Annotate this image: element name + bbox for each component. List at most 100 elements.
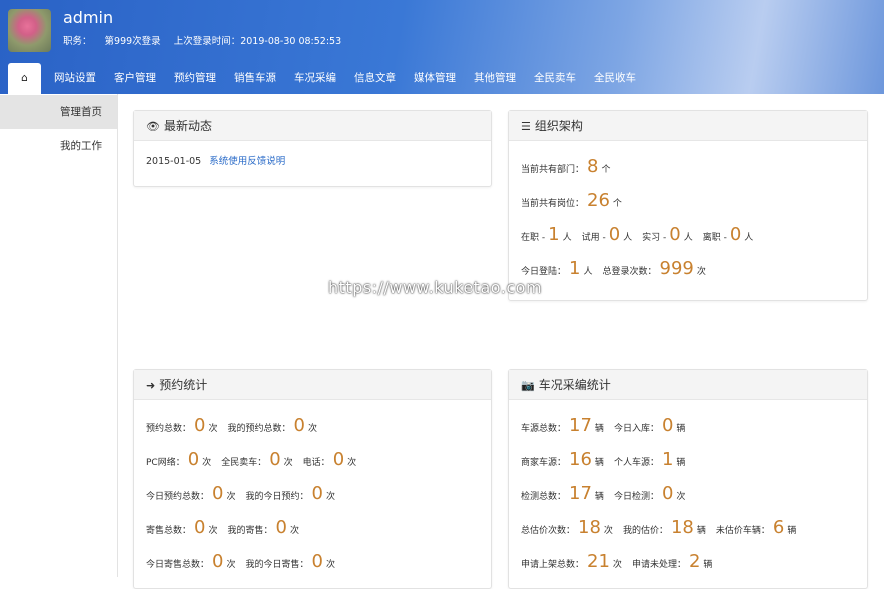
panel-header: ☰ 组织架构: [509, 111, 867, 141]
stat-item: 今日检测： 0 次: [614, 483, 685, 504]
stat-value: 8: [587, 155, 599, 177]
stat-item: 商家车源： 16 辆: [521, 449, 604, 470]
stat-value: 1: [548, 223, 560, 245]
stat-value: 0: [661, 414, 674, 436]
stat-label: 实习 -: [642, 232, 667, 243]
stat-item: PC网络： 0 次: [146, 449, 211, 470]
stat-item: 电话： 0 次: [303, 449, 356, 470]
stat-item: 当前共有部门： 8 个: [521, 156, 610, 177]
panel-title: 车况采编统计: [538, 378, 611, 392]
stat-label: 电话：: [302, 457, 330, 468]
stat-item: 今日登陆： 1 人: [521, 258, 592, 279]
stat-row: 检测总数： 17 辆今日检测： 0 次: [521, 476, 855, 510]
stat-unit: 次: [289, 525, 299, 536]
stat-item: 个人车源： 1 辆: [614, 449, 685, 470]
tab-5[interactable]: 信息文章: [345, 63, 405, 94]
stat-label: 全民卖车：: [221, 457, 267, 468]
home-icon: ⌂: [21, 72, 28, 84]
stat-value: 0: [729, 223, 742, 245]
stat-unit: 辆: [676, 423, 686, 434]
stat-value: 21: [587, 550, 610, 572]
stat-label: 今日预约总数：: [146, 491, 210, 502]
stat-unit: 次: [612, 559, 622, 570]
stat-unit: 个: [601, 164, 611, 175]
header: admin 职务： 第999次登录 上次登录时间：2019-08-30 08:5…: [0, 0, 884, 94]
list-icon: ☰: [521, 120, 531, 133]
stat-item: 当前共有岗位： 26 个: [521, 190, 622, 211]
tab-0[interactable]: 网站设置: [45, 63, 105, 94]
stat-value: 0: [269, 448, 281, 470]
stat-label: 今日登陆：: [521, 266, 567, 277]
panel-header: ➜ 预约统计: [134, 370, 491, 400]
stat-label: 商家车源：: [521, 457, 567, 468]
tab-8[interactable]: 全民卖车: [525, 63, 585, 94]
stat-unit: 次: [325, 491, 335, 502]
stat-item: 总估价次数： 18 次: [521, 517, 613, 538]
stat-value: 0: [669, 223, 681, 245]
stat-item: 今日寄售总数： 0 次: [146, 551, 235, 572]
stat-unit: 个: [612, 198, 622, 209]
stat-value: 0: [187, 448, 200, 470]
stat-value: 17: [569, 482, 592, 504]
stat-value: 0: [332, 448, 345, 470]
stat-value: 0: [194, 414, 206, 436]
tab-1[interactable]: 客户管理: [105, 63, 165, 94]
stat-label: 在职 -: [521, 232, 546, 243]
tab-home[interactable]: ⌂: [8, 63, 41, 94]
news-link[interactable]: 系统使用反馈说明: [209, 156, 285, 167]
stat-label: 当前共有岗位：: [521, 198, 585, 209]
stat-item: 我的寄售： 0 次: [227, 517, 298, 538]
tab-7[interactable]: 其他管理: [465, 63, 525, 94]
news-panel: 👁 最新动态 2015-01-05 系统使用反馈说明: [133, 110, 492, 187]
stat-row: 在职 - 1 人试用 - 0 人实习 - 0 人离职 - 0人: [521, 217, 855, 251]
avatar[interactable]: [8, 9, 51, 52]
stat-unit: 辆: [676, 457, 686, 468]
login-count: 第999次登录: [104, 36, 161, 47]
stat-unit: 次: [202, 457, 212, 468]
stat-unit: 次: [347, 457, 357, 468]
stat-label: 今日寄售总数：: [146, 559, 210, 570]
stat-value: 18: [578, 516, 601, 538]
stat-value: 0: [275, 516, 287, 538]
stat-label: 今日检测：: [613, 491, 659, 502]
eye-icon: 👁: [146, 120, 160, 133]
stat-item: 未估价车辆： 6 辆: [716, 517, 796, 538]
stat-label: 我的今日寄售：: [245, 559, 309, 570]
stat-value: 18: [670, 516, 694, 538]
stat-label: PC网络：: [146, 457, 185, 468]
panel-header: 📷 车况采编统计: [509, 370, 867, 400]
sidebar-item-1[interactable]: 我的工作: [0, 129, 117, 163]
stat-row: 今日预约总数： 0 次我的今日预约： 0 次: [146, 476, 479, 510]
stat-value: 17: [569, 414, 592, 436]
stat-row: 今日登陆： 1 人总登录次数： 999 次: [521, 251, 855, 285]
stat-item: 申请上架总数： 21 次: [521, 551, 622, 572]
tab-4[interactable]: 车况采编: [285, 63, 345, 94]
stat-unit: 人: [623, 232, 633, 243]
stat-unit: 人: [583, 266, 593, 277]
stat-value: 0: [293, 414, 305, 436]
stat-label: 今日入库：: [613, 423, 659, 434]
tab-2[interactable]: 预约管理: [165, 63, 225, 94]
panel-title: 最新动态: [163, 119, 212, 133]
booking-panel: ➜ 预约统计 预约总数： 0 次我的预约总数： 0 次 PC网络： 0 次全民卖车： 0 次电话： 0…: [133, 369, 492, 589]
stat-unit: 辆: [594, 423, 604, 434]
tab-6[interactable]: 媒体管理: [405, 63, 465, 94]
stat-label: 我的预约总数：: [227, 423, 291, 434]
stat-label: 我的估价：: [622, 525, 668, 536]
stat-value: 0: [311, 482, 323, 504]
stat-row: 当前共有岗位： 26 个: [521, 183, 855, 217]
sidebar: 管理首页 我的工作: [0, 94, 118, 577]
stat-unit: 辆: [787, 525, 797, 536]
stat-value: 0: [608, 223, 621, 245]
stat-unit: 次: [208, 423, 218, 434]
tab-3[interactable]: 销售车源: [225, 63, 285, 94]
last-login: 上次登录时间：2019-08-30 08:52:53: [173, 36, 342, 47]
stat-label: 车源总数：: [521, 423, 567, 434]
tab-9[interactable]: 全民收车: [585, 63, 645, 94]
sidebar-item-0[interactable]: 管理首页: [0, 95, 117, 129]
stat-label: 申请未处理：: [631, 559, 686, 570]
stat-label: 离职 -: [702, 232, 727, 243]
stat-row: 预约总数： 0 次我的预约总数： 0 次: [146, 408, 479, 442]
org-panel: ☰ 组织架构 当前共有部门： 8 个当前共有岗位： 26 个在职 - 1 人试用 - 0人实…: [508, 110, 868, 301]
stat-value: 0: [212, 550, 224, 572]
